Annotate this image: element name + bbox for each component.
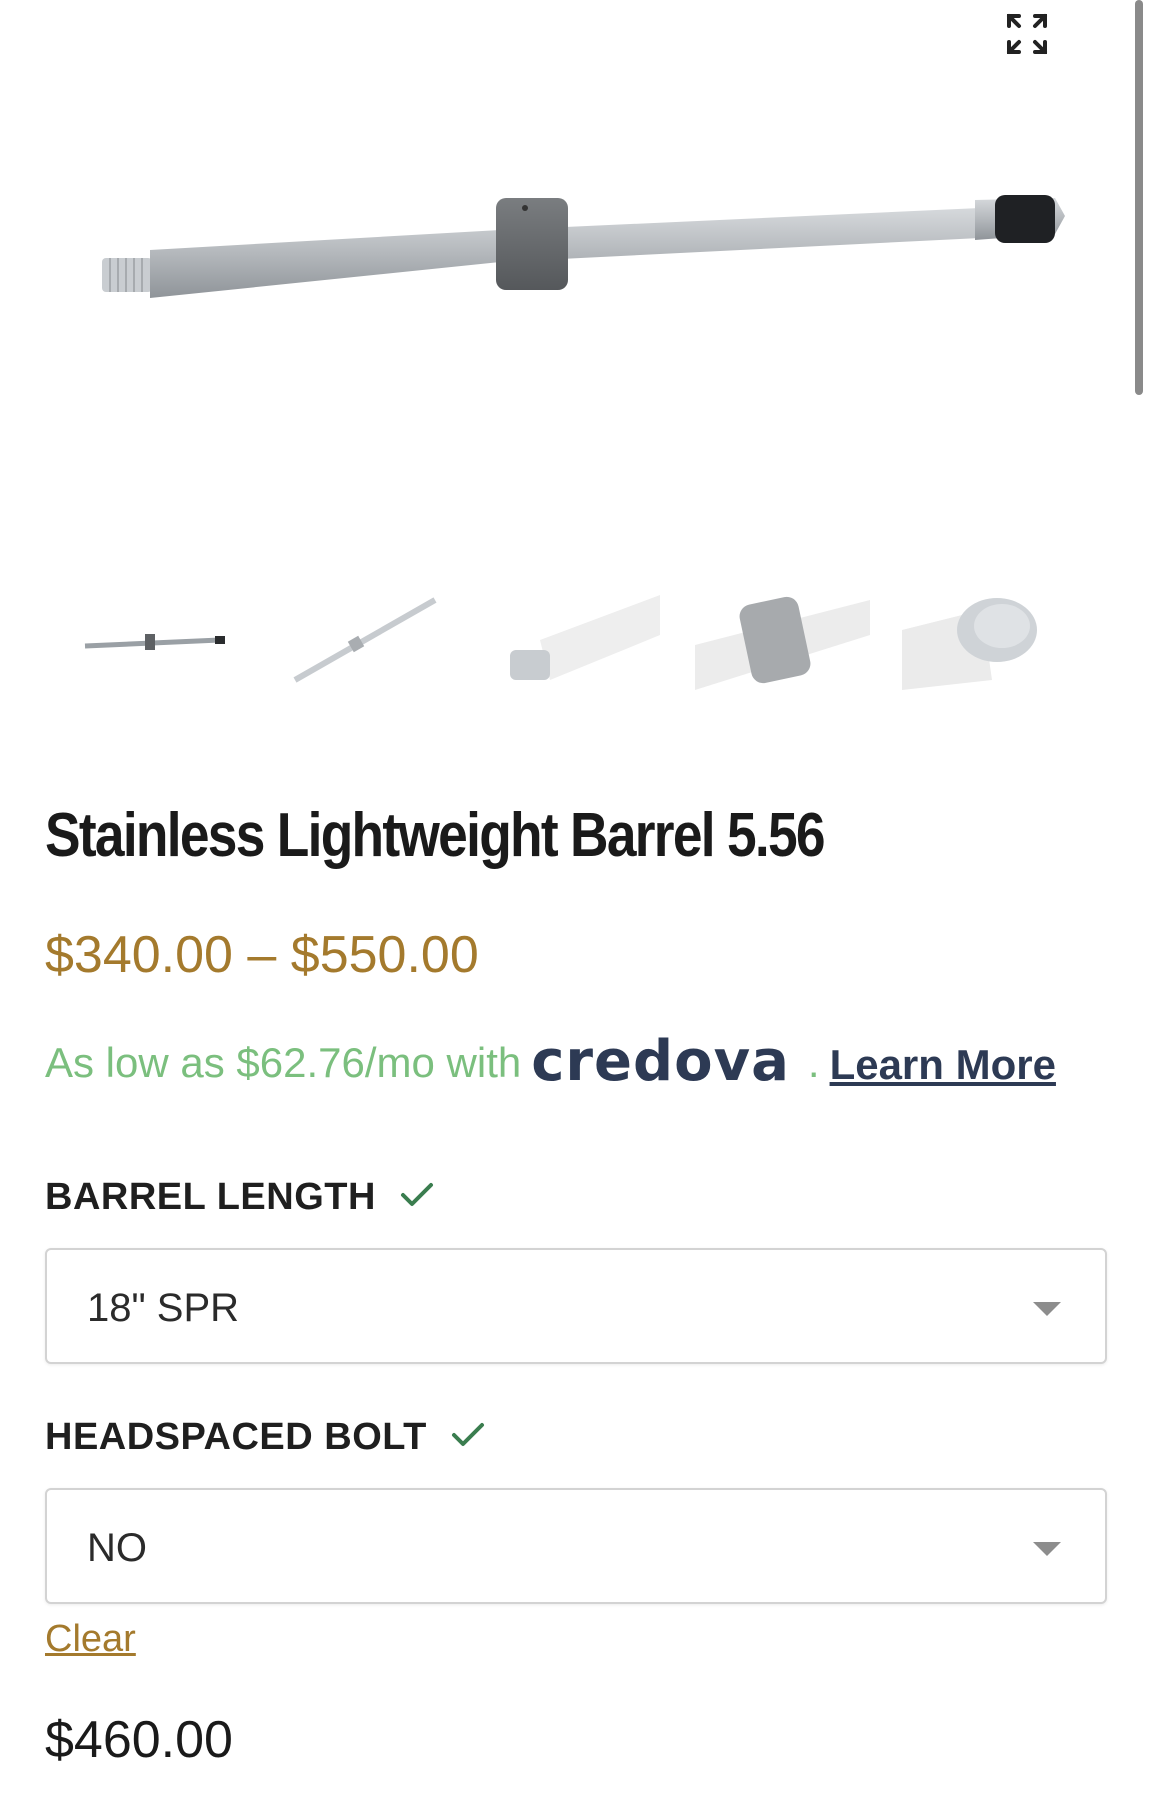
check-icon	[400, 1176, 434, 1219]
thumb-chamber-detail[interactable]	[902, 590, 1042, 690]
headspaced-bolt-label-text: HEADSPACED BOLT	[45, 1416, 427, 1458]
learn-more-link[interactable]: Learn More	[830, 1044, 1056, 1086]
check-icon	[451, 1416, 485, 1459]
expand-gallery-button[interactable]	[1005, 12, 1049, 56]
barrel-length-label-text: BARREL LENGTH	[45, 1176, 376, 1218]
barrel-length-label: BARREL LENGTH	[45, 1176, 434, 1219]
thumb-full-barrel[interactable]	[80, 590, 230, 690]
main-product-image[interactable]	[80, 170, 1070, 320]
clear-selection-link[interactable]: Clear	[45, 1618, 136, 1661]
financing-text: As low as $62.76/mo with	[45, 1039, 522, 1086]
thumb-muzzle-detail[interactable]	[500, 590, 660, 690]
product-title: Stainless Lightweight Barrel 5.56	[45, 801, 826, 870]
expand-icon	[1007, 14, 1047, 54]
headspaced-bolt-label: HEADSPACED BOLT	[45, 1416, 485, 1459]
thumb-gas-block-detail[interactable]	[695, 590, 870, 690]
headspaced-bolt-select[interactable]: NO	[45, 1488, 1107, 1604]
financing-separator: .	[807, 1039, 820, 1086]
credova-logo: credova	[531, 1029, 790, 1094]
chevron-down-icon	[1033, 1302, 1061, 1316]
variation-price: $460.00	[45, 1711, 233, 1769]
chevron-down-icon	[1033, 1542, 1061, 1556]
barrel-length-select[interactable]: 18" SPR	[45, 1248, 1107, 1364]
page-scrollbar[interactable]	[1135, 0, 1143, 395]
price-range: $340.00 – $550.00	[45, 926, 479, 984]
thumb-angled-barrel[interactable]	[280, 590, 440, 690]
financing-banner: As low as $62.76/mo with credova . Learn…	[45, 1020, 1056, 1090]
barrel-length-value: 18" SPR	[87, 1286, 240, 1330]
thumbnail-strip	[70, 590, 1050, 690]
headspaced-bolt-value: NO	[87, 1526, 147, 1570]
